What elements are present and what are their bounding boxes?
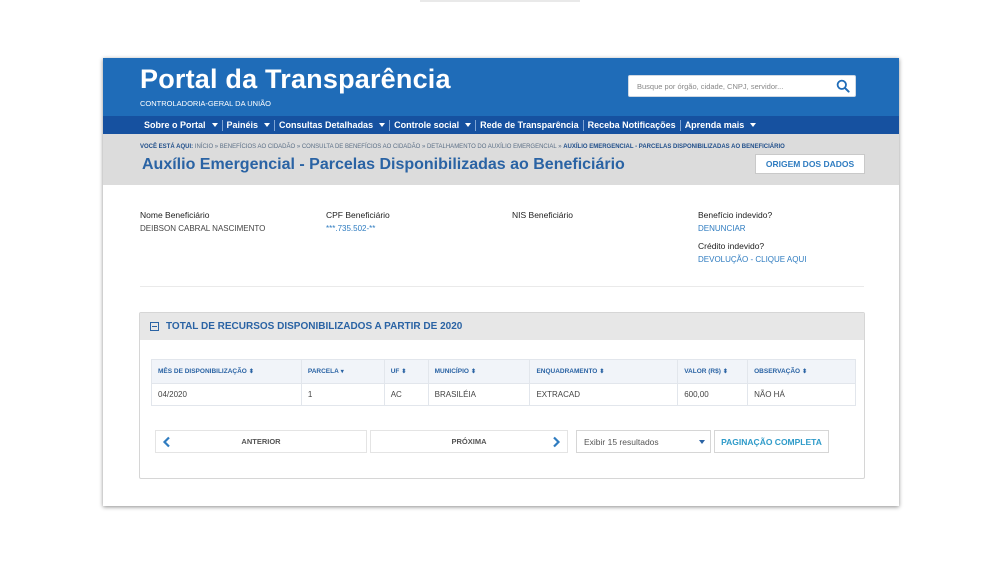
nav-rede-de-transparencia[interactable]: Rede de Transparência xyxy=(476,116,583,134)
results-per-page-select[interactable]: Exibir 15 resultados xyxy=(576,430,711,453)
denunciar-link[interactable]: DENUNCIAR xyxy=(698,224,772,233)
previous-page-button[interactable]: ANTERIOR xyxy=(155,430,367,453)
nav-consultas-detalhadas[interactable]: Consultas Detalhadas xyxy=(275,116,389,134)
breadcrumb-trail[interactable]: INÍCIO » BENEFÍCIOS AO CIDADÃO » CONSULT… xyxy=(195,144,562,150)
table-row: 04/2020 1 AC BRASILÉIA EXTRACAD 600,00 N… xyxy=(151,383,856,406)
col-enquadramento[interactable]: ENQUADRAMENTO ⬍ xyxy=(529,359,679,384)
nav-label: Consultas Detalhadas xyxy=(279,120,374,130)
site-header: Portal da Transparência CONTROLADORIA-GE… xyxy=(103,58,899,116)
browser-page: Portal da Transparência CONTROLADORIA-GE… xyxy=(103,58,899,506)
cpf-label: CPF Beneficiário xyxy=(326,210,390,220)
name-value: DEIBSON CABRAL NASCIMENTO xyxy=(140,224,266,233)
cell-municipio: BRASILÉIA xyxy=(427,383,531,406)
cell-uf: AC xyxy=(383,383,429,406)
sort-icon: ⬍ xyxy=(470,369,476,375)
nav-label: Painéis xyxy=(226,120,259,130)
breadcrumb-current: AUXÍLIO EMERGENCIAL - PARCELAS DISPONIBI… xyxy=(563,144,785,150)
nav-label: Sobre o Portal xyxy=(144,120,206,130)
name-label: Nome Beneficiário xyxy=(140,210,210,220)
credito-label: Crédito indevido? xyxy=(698,241,765,251)
cell-enquadramento: EXTRACAD xyxy=(529,383,679,406)
next-label: PRÓXIMA xyxy=(451,437,487,446)
search-box xyxy=(628,75,856,97)
col-label: OBSERVAÇÃO xyxy=(754,368,801,375)
title-bar: VOCÊ ESTÁ AQUI: INÍCIO » BENEFÍCIOS AO C… xyxy=(103,134,899,185)
caret-down-icon xyxy=(379,123,386,127)
panel-header[interactable]: TOTAL DE RECURSOS DISPONIBILIZADOS A PAR… xyxy=(140,313,864,340)
nav-label: Controle social xyxy=(394,120,460,130)
origem-dos-dados-button[interactable]: ORIGEM DOS DADOS xyxy=(755,154,865,174)
cell-mes: 04/2020 xyxy=(151,383,302,406)
cpf-value[interactable]: ***.735.502-** xyxy=(326,224,390,233)
select-value: Exibir 15 resultados xyxy=(584,436,659,447)
site-subtitle: CONTROLADORIA-GERAL DA UNIÃO xyxy=(140,99,271,108)
caret-down-icon xyxy=(465,123,472,127)
credito-indevido: Crédito indevido? DEVOLUÇÃO - CLIQUE AQU… xyxy=(698,241,806,264)
search-icon[interactable] xyxy=(836,79,850,93)
top-strip xyxy=(420,0,580,2)
col-observacao[interactable]: OBSERVAÇÃO ⬍ xyxy=(747,359,856,384)
indevido-label: Benefício indevido? xyxy=(698,210,773,220)
sort-icon: ⬍ xyxy=(401,369,407,375)
table-header-row: MÊS DE DISPONIBILIZAÇÃO ⬍ PARCELA ▾ UF ⬍ MU… xyxy=(151,359,856,384)
sort-icon: ⬍ xyxy=(722,369,728,375)
caret-down-icon xyxy=(211,123,218,127)
chevron-left-icon xyxy=(162,436,170,448)
col-label: UF xyxy=(390,368,400,375)
site-title[interactable]: Portal da Transparência xyxy=(140,64,451,95)
beneficio-indevido: Benefício indevido? DENUNCIAR xyxy=(698,210,772,233)
nav-paineis[interactable]: Painéis xyxy=(223,116,275,134)
beneficiary-cpf: CPF Beneficiário ***.735.502-** xyxy=(326,210,390,233)
beneficiary-name: Nome Beneficiário DEIBSON CABRAL NASCIME… xyxy=(140,210,265,233)
nav-sobre-o-portal[interactable]: Sobre o Portal xyxy=(140,116,222,134)
nav-controle-social[interactable]: Controle social xyxy=(390,116,475,134)
nav-aprenda-mais[interactable]: Aprenda mais xyxy=(681,116,761,134)
chevron-right-icon xyxy=(553,436,561,448)
devolucao-link[interactable]: DEVOLUÇÃO - CLIQUE AQUI xyxy=(698,255,806,264)
next-page-button[interactable]: PRÓXIMA xyxy=(370,430,568,453)
parcelas-table: MÊS DE DISPONIBILIZAÇÃO ⬍ PARCELA ▾ UF ⬍ MU… xyxy=(151,359,856,406)
breadcrumb: VOCÊ ESTÁ AQUI: INÍCIO » BENEFÍCIOS AO C… xyxy=(140,144,785,150)
nis-label: NIS Beneficiário xyxy=(512,210,573,220)
resources-panel: TOTAL DE RECURSOS DISPONIBILIZADOS A PAR… xyxy=(139,312,865,479)
sort-down-icon: ▾ xyxy=(340,369,344,375)
nav-receba-notificacoes[interactable]: Receba Notificações xyxy=(584,116,680,134)
sort-icon: ⬍ xyxy=(802,369,808,375)
sort-icon: ⬍ xyxy=(599,369,605,375)
nav-label: Aprenda mais xyxy=(684,120,745,130)
col-label: MUNICÍPIO xyxy=(434,368,469,375)
col-label: MÊS DE DISPONIBILIZAÇÃO xyxy=(158,368,247,375)
caret-down-icon xyxy=(264,123,271,127)
cell-parcela: 1 xyxy=(300,383,385,406)
nav-label: Rede de Transparência xyxy=(480,120,579,130)
col-municipio[interactable]: MUNICÍPIO ⬍ xyxy=(427,359,531,384)
breadcrumb-prefix: VOCÊ ESTÁ AQUI: xyxy=(140,144,194,150)
col-label: VALOR (R$) xyxy=(684,368,721,375)
col-valor[interactable]: VALOR (R$) ⬍ xyxy=(677,359,749,384)
col-label: ENQUADRAMENTO xyxy=(536,368,598,375)
nav-label: Receba Notificações xyxy=(587,120,676,130)
collapse-icon[interactable] xyxy=(150,322,159,331)
col-label: PARCELA xyxy=(307,368,339,375)
col-uf[interactable]: UF ⬍ xyxy=(383,359,429,384)
divider xyxy=(140,286,864,287)
search-input[interactable] xyxy=(629,76,829,96)
cell-observacao: NÃO HÁ xyxy=(747,383,856,406)
cell-valor: 600,00 xyxy=(677,383,749,406)
beneficiary-nis: NIS Beneficiário xyxy=(512,210,573,224)
page-title: Auxílio Emergencial - Parcelas Disponibi… xyxy=(142,156,625,173)
col-mes[interactable]: MÊS DE DISPONIBILIZAÇÃO ⬍ xyxy=(151,359,302,384)
sort-icon: ⬍ xyxy=(248,369,254,375)
col-parcela[interactable]: PARCELA ▾ xyxy=(300,359,385,384)
caret-down-icon xyxy=(750,123,757,127)
dropdown-arrow-icon xyxy=(699,440,705,444)
full-pagination-button[interactable]: PAGINAÇÃO COMPLETA xyxy=(714,430,829,453)
previous-label: ANTERIOR xyxy=(241,437,281,446)
panel-title: TOTAL DE RECURSOS DISPONIBILIZADOS A PAR… xyxy=(166,321,463,332)
main-nav: Sobre o Portal Painéis Consultas Detalha… xyxy=(103,116,899,134)
